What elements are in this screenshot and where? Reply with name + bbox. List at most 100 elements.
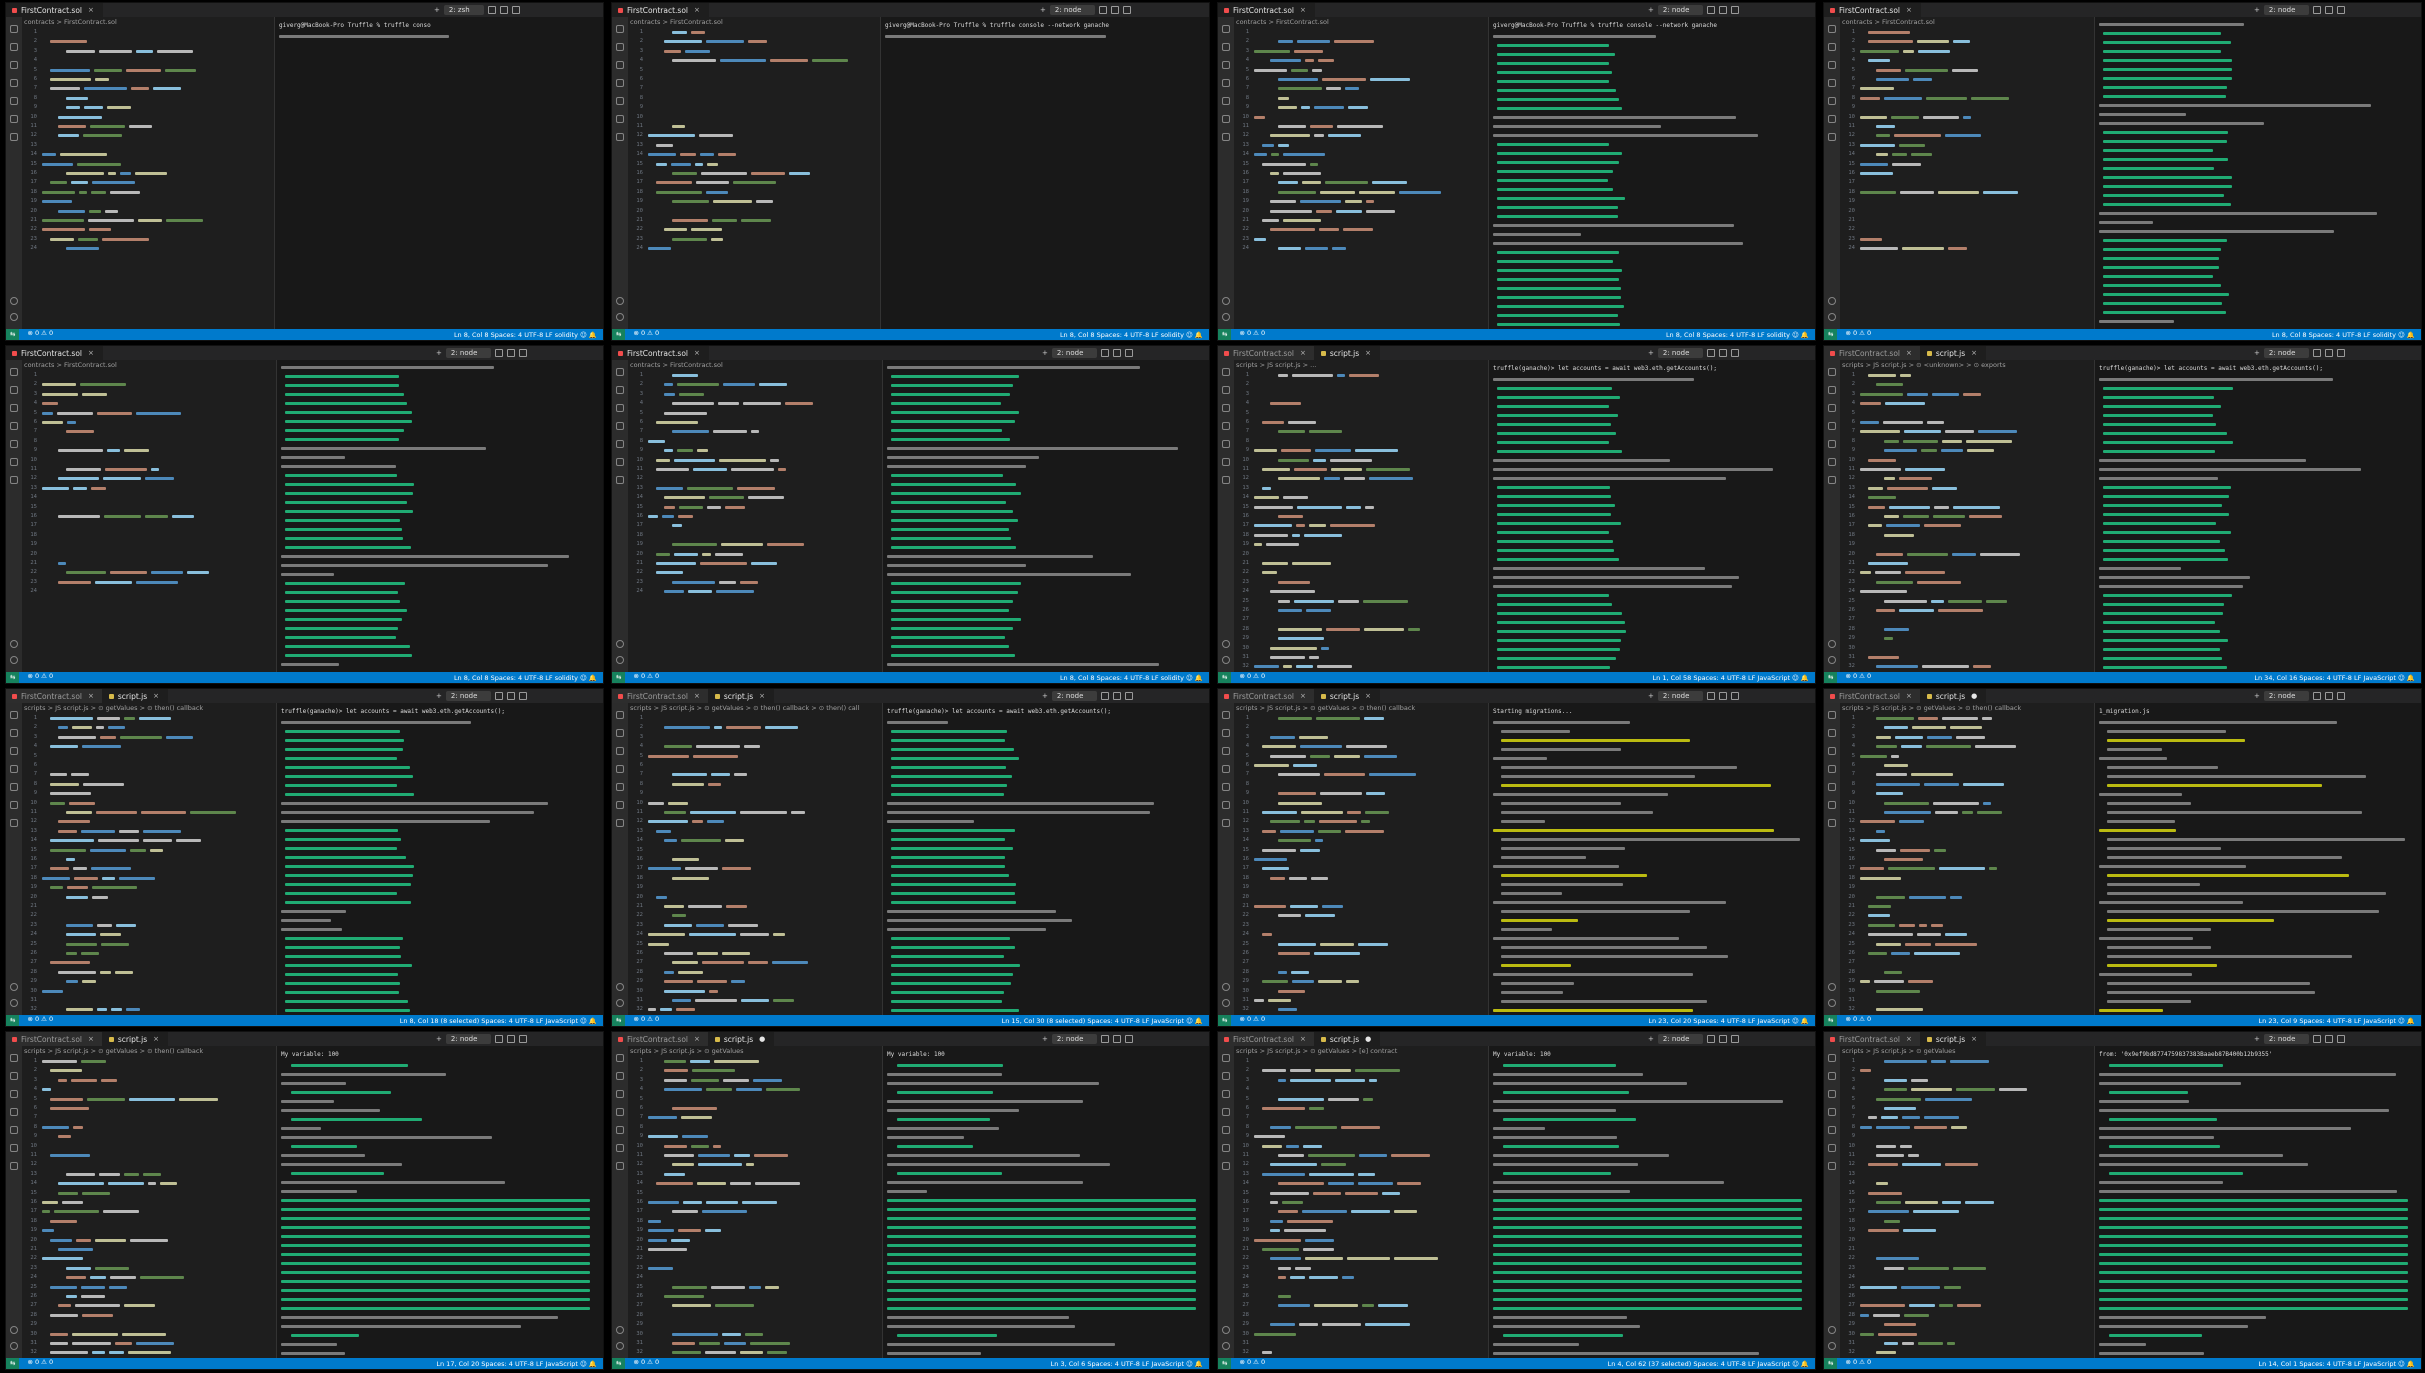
trash-icon[interactable] [499,6,508,14]
code-editor[interactable] [40,27,272,329]
cursor-position-info[interactable]: Ln 8, Col 8 Spaces: 4 UTF-8 LF solidity … [1666,331,1809,339]
code-editor[interactable] [1252,370,1486,672]
maximize-icon[interactable] [2337,6,2346,14]
explorer-icon[interactable] [616,25,624,33]
maximize-icon[interactable] [1731,349,1740,357]
run-icon[interactable] [1828,422,1836,430]
editor-tab[interactable]: script.js × [1920,346,1987,360]
remote-icon[interactable] [616,476,624,484]
remote-indicator[interactable]: ⇆ [1824,672,1838,683]
trash-icon[interactable] [2325,6,2334,14]
testing-icon[interactable] [616,458,624,466]
cursor-position-info[interactable]: Ln 8, Col 8 Spaces: 4 UTF-8 LF solidity … [454,674,597,682]
remote-indicator[interactable]: ⇆ [6,672,20,683]
maximize-icon[interactable] [1731,6,1740,14]
split-terminal-icon[interactable] [495,1035,504,1043]
gear-icon[interactable] [1222,297,1230,305]
cursor-position-info[interactable]: Ln 1, Col 58 Spaces: 4 UTF-8 LF JavaScri… [1653,674,1809,682]
terminal-select[interactable]: 2: node [2263,691,2310,701]
explorer-icon[interactable] [10,368,18,376]
problems-indicator[interactable]: ⊗ 0 ⚠ 0 [27,1358,53,1369]
problems-indicator[interactable]: ⊗ 0 ⚠ 0 [27,672,53,683]
maximize-icon[interactable] [519,349,528,357]
search-icon[interactable] [1222,1072,1230,1080]
terminal-pane[interactable]: truffle(ganache)> let accounts = await w… [276,703,603,1015]
search-icon[interactable] [10,43,18,51]
code-editor[interactable] [40,1056,274,1358]
testing-icon[interactable] [1222,1144,1230,1152]
close-icon[interactable]: × [88,349,94,357]
terminal-select[interactable]: 2: node [2263,1034,2310,1044]
editor-tab[interactable]: script.js × [1920,1032,1987,1046]
search-icon[interactable] [10,386,18,394]
remote-indicator[interactable]: ⇆ [6,1358,20,1369]
editor-tab[interactable]: script.js ● [708,1032,775,1046]
trash-icon[interactable] [1719,692,1728,700]
search-icon[interactable] [1828,729,1836,737]
maximize-icon[interactable] [1731,1035,1740,1043]
problems-indicator[interactable]: ⊗ 0 ⚠ 0 [1239,1358,1265,1369]
terminal-pane[interactable] [882,360,1209,672]
terminal-select[interactable]: 2: node [1051,691,1098,701]
remote-indicator[interactable]: ⇆ [1218,329,1232,340]
terminal-select[interactable]: 2: node [1051,348,1098,358]
maximize-icon[interactable] [1123,6,1132,14]
split-terminal-icon[interactable] [1707,692,1716,700]
terminal-pane[interactable]: 1_migration.js [2094,703,2421,1015]
new-terminal-icon[interactable]: + [1042,349,1048,357]
editor-tab[interactable]: script.js × [102,1032,169,1046]
problems-indicator[interactable]: ⊗ 0 ⚠ 0 [633,1015,659,1026]
editor-tab[interactable]: script.js × [1314,346,1381,360]
search-icon[interactable] [1222,386,1230,394]
editor-tab[interactable]: FirstContract.sol × [6,1032,103,1046]
cursor-position-info[interactable]: Ln 4, Col 62 (37 selected) Spaces: 4 UTF… [1608,1360,1809,1368]
remote-indicator[interactable]: ⇆ [1824,1015,1838,1026]
split-terminal-icon[interactable] [1101,1035,1110,1043]
explorer-icon[interactable] [10,25,18,33]
gear-icon[interactable] [1222,640,1230,648]
editor-tab[interactable]: FirstContract.sol × [612,3,709,17]
search-icon[interactable] [616,729,624,737]
cursor-position-info[interactable]: Ln 8, Col 8 Spaces: 4 UTF-8 LF solidity … [454,331,597,339]
terminal-pane[interactable]: giverg@MacBook-Pro Truffle % truffle con… [880,17,1209,329]
extensions-icon[interactable] [1222,440,1230,448]
editor-tab[interactable]: FirstContract.sol × [612,346,709,360]
search-icon[interactable] [616,386,624,394]
editor-tab[interactable]: FirstContract.sol × [612,689,709,703]
editor-tab[interactable]: FirstContract.sol × [6,3,103,17]
search-icon[interactable] [1828,386,1836,394]
maximize-icon[interactable] [1125,349,1134,357]
split-terminal-icon[interactable] [2313,692,2322,700]
remote-indicator[interactable]: ⇆ [1218,1015,1232,1026]
maximize-icon[interactable] [1731,692,1740,700]
explorer-icon[interactable] [616,711,624,719]
close-icon[interactable]: × [88,6,94,14]
editor-tab[interactable]: FirstContract.sol × [1218,1032,1315,1046]
gear-icon[interactable] [10,297,18,305]
new-terminal-icon[interactable]: + [2254,1035,2260,1043]
close-icon[interactable]: × [1300,349,1306,357]
account-icon[interactable] [1828,656,1836,664]
problems-indicator[interactable]: ⊗ 0 ⚠ 0 [27,329,53,340]
code-editor[interactable] [1858,1056,2092,1358]
source-control-icon[interactable] [616,747,624,755]
cursor-position-info[interactable]: Ln 3, Col 6 Spaces: 4 UTF-8 LF JavaScrip… [1051,1360,1203,1368]
testing-icon[interactable] [1222,115,1230,123]
maximize-icon[interactable] [2337,1035,2346,1043]
code-editor[interactable] [1252,27,1486,329]
new-terminal-icon[interactable]: + [2254,6,2260,14]
extensions-icon[interactable] [616,440,624,448]
terminal-select[interactable]: 2: node [1657,5,1704,15]
problems-indicator[interactable]: ⊗ 0 ⚠ 0 [27,1015,53,1026]
run-icon[interactable] [616,1108,624,1116]
split-terminal-icon[interactable] [495,692,504,700]
remote-icon[interactable] [1828,476,1836,484]
trash-icon[interactable] [507,349,516,357]
editor-tab[interactable]: script.js ● [1920,689,1987,703]
explorer-icon[interactable] [1222,711,1230,719]
remote-indicator[interactable]: ⇆ [612,329,626,340]
terminal-pane[interactable] [2094,17,2421,329]
unsaved-dot-icon[interactable]: ● [1365,1035,1371,1043]
explorer-icon[interactable] [1222,1054,1230,1062]
remote-icon[interactable] [1828,819,1836,827]
